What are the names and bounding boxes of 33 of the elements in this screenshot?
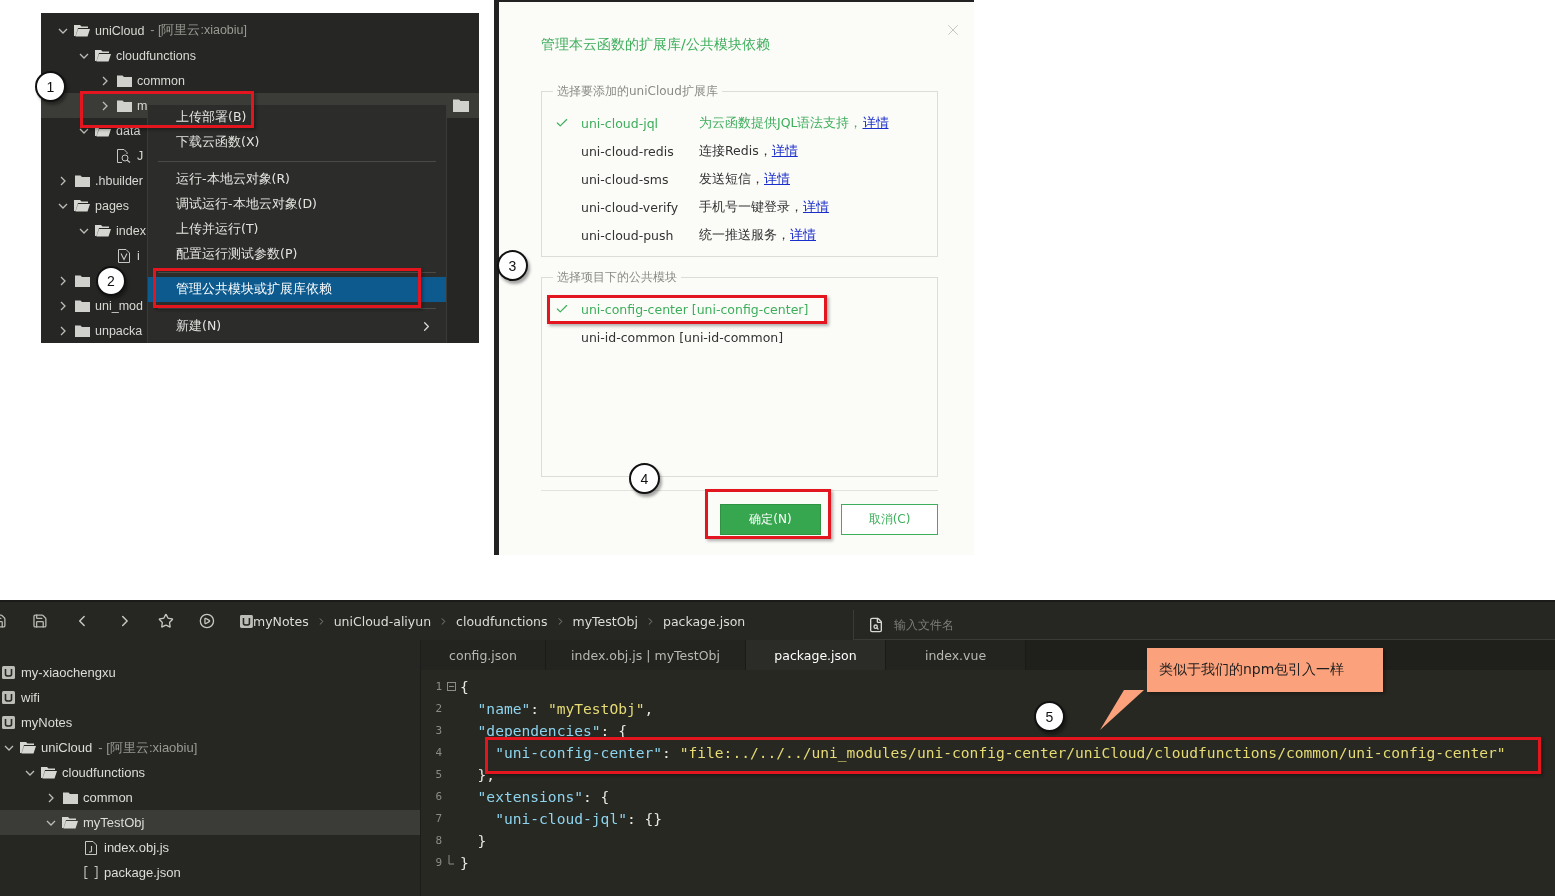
code-line: { [460, 677, 469, 695]
extension-name: uni-cloud-verify [581, 199, 680, 215]
extension-name: uni-cloud-push [581, 227, 675, 243]
line-number: 9 [434, 855, 442, 869]
line-number: 1 [434, 679, 442, 693]
dialog-title: 管理本云函数的扩展库/公共模块依赖 [541, 36, 770, 54]
code-line: "extensions": { [477, 787, 610, 805]
line-number: 8 [434, 833, 442, 847]
line-number: 4 [434, 745, 442, 759]
extension-description: 发送短信， [699, 170, 764, 188]
extension-name: uni-cloud-redis [581, 143, 675, 159]
code-line: } [477, 831, 487, 849]
extension-name: uni-cloud-jql [581, 115, 660, 131]
code-line: "name": "myTestObj", [477, 699, 654, 717]
extension-name: uni-cloud-sms [581, 171, 670, 187]
code-line: } [460, 853, 469, 871]
line-number: 3 [434, 723, 442, 737]
extension-description: 手机号一键登录， [699, 198, 803, 216]
group-legend: 选择项目下的公共模块 [553, 270, 681, 284]
line-number: 7 [434, 811, 442, 825]
code-line: "uni-config-center": "file:../../../uni_modules/uni-config-center/uniCloud/cloudfunctions/common/uni-config-center" [495, 743, 1506, 761]
group-legend: 选择要添加的uniCloud扩展库 [553, 84, 722, 98]
line-number: 5 [434, 767, 442, 781]
account-note: - [阿里云:xiaobiu] [150, 22, 247, 39]
account-note: - [阿里云:xiaobiu] [98, 738, 198, 757]
callout-note: 类似于我们的npm包引入一样 [1147, 648, 1383, 692]
extension-description: 连接Redis， [699, 142, 772, 160]
code-line: "uni-cloud-jql": {} [495, 809, 663, 827]
extension-description: 统一推送服务， [699, 226, 790, 244]
line-number: 6 [434, 789, 442, 803]
extension-description: 为云函数提供JQL语法支持， [699, 114, 863, 132]
code-line: }, [477, 765, 496, 783]
line-number: 2 [434, 701, 442, 715]
